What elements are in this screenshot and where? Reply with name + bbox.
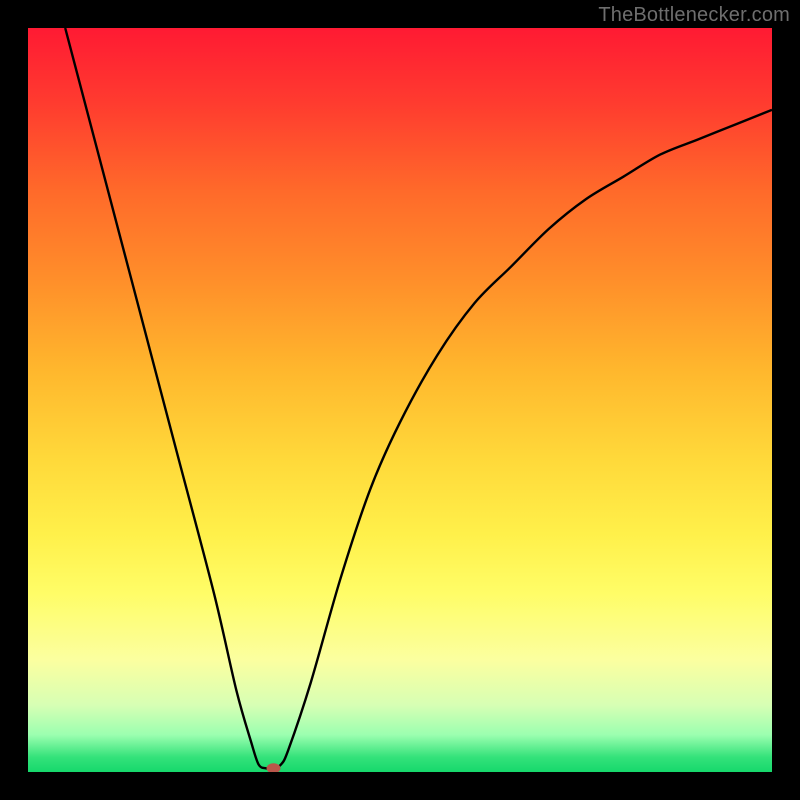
chart-frame: TheBottlenecker.com bbox=[0, 0, 800, 800]
plot-area bbox=[28, 28, 772, 772]
watermark-text: TheBottlenecker.com bbox=[598, 4, 790, 27]
bottleneck-curve bbox=[28, 28, 772, 772]
